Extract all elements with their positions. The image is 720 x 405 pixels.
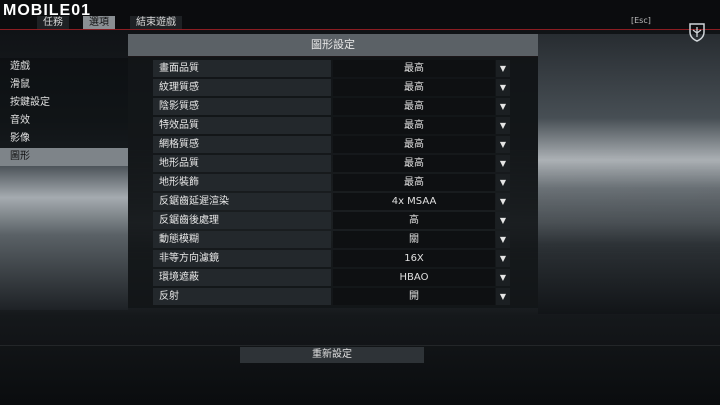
setting-value-dropdown[interactable]: 最高 (333, 136, 495, 153)
dropdown-arrow-icon[interactable]: ▼ (496, 174, 510, 191)
setting-label: 反鋸齒延遲渲染 (153, 193, 331, 210)
setting-value-dropdown[interactable]: 最高 (333, 155, 495, 172)
dropdown-arrow-icon[interactable]: ▼ (496, 212, 510, 229)
dropdown-arrow-icon[interactable]: ▼ (496, 155, 510, 172)
setting-label: 環境遮蔽 (153, 269, 331, 286)
setting-value-dropdown[interactable]: 16X (333, 250, 495, 267)
tab-missions[interactable]: 任務 (37, 16, 69, 30)
setting-row: 特效品質 最高 ▼ (153, 117, 510, 134)
setting-value-dropdown[interactable]: 開 (333, 288, 495, 305)
setting-label: 動態模糊 (153, 231, 331, 248)
dropdown-arrow-icon[interactable]: ▼ (496, 98, 510, 115)
setting-label: 網格質感 (153, 136, 331, 153)
setting-row: 陰影質感 最高 ▼ (153, 98, 510, 115)
setting-label: 特效品質 (153, 117, 331, 134)
setting-value-dropdown[interactable]: 最高 (333, 98, 495, 115)
setting-row: 非等方向濾鏡 16X ▼ (153, 250, 510, 267)
setting-value-dropdown[interactable]: 最高 (333, 79, 495, 96)
setting-label: 反射 (153, 288, 331, 305)
bottom-divider (0, 345, 720, 346)
setting-label: 陰影質感 (153, 98, 331, 115)
accent-divider (0, 29, 720, 30)
setting-row: 反鋸齒延遲渲染 4x MSAA ▼ (153, 193, 510, 210)
sidebar-item-audio[interactable]: 音效 (0, 112, 128, 130)
dropdown-arrow-icon[interactable]: ▼ (496, 79, 510, 96)
setting-value-dropdown[interactable]: 關 (333, 231, 495, 248)
setting-row: 網格質感 最高 ▼ (153, 136, 510, 153)
dropdown-arrow-icon[interactable]: ▼ (496, 136, 510, 153)
sidebar-item-game[interactable]: 遊戲 (0, 58, 128, 76)
setting-label: 反鋸齒後處理 (153, 212, 331, 229)
page-title: 圖形設定 (311, 38, 355, 51)
options-sidebar: 遊戲 滑鼠 按鍵設定 音效 影像 圖形 (0, 58, 128, 166)
sidebar-item-graphics[interactable]: 圖形 (0, 148, 128, 166)
background-left-scene (0, 160, 128, 310)
graphics-settings-panel: 畫面品質 最高 ▼ 紋理質感 最高 ▼ 陰影質感 最高 ▼ 特效品質 最高 ▼ … (128, 56, 538, 308)
setting-value-dropdown[interactable]: HBAO (333, 269, 495, 286)
setting-label: 地形裝飾 (153, 174, 331, 191)
setting-row: 畫面品質 最高 ▼ (153, 60, 510, 77)
dropdown-arrow-icon[interactable]: ▼ (496, 288, 510, 305)
setting-label: 畫面品質 (153, 60, 331, 77)
tab-options[interactable]: 選項 (83, 16, 115, 30)
dropdown-arrow-icon[interactable]: ▼ (496, 117, 510, 134)
shield-emblem-icon (689, 23, 705, 42)
reset-button[interactable]: 重新設定 (240, 347, 424, 363)
dropdown-arrow-icon[interactable]: ▼ (496, 269, 510, 286)
setting-value-dropdown[interactable]: 最高 (333, 60, 495, 77)
setting-row: 紋理質感 最高 ▼ (153, 79, 510, 96)
setting-label: 非等方向濾鏡 (153, 250, 331, 267)
background-right-scene (538, 34, 720, 314)
setting-value-dropdown[interactable]: 最高 (333, 117, 495, 134)
sidebar-item-keybindings[interactable]: 按鍵設定 (0, 94, 128, 112)
dropdown-arrow-icon[interactable]: ▼ (496, 193, 510, 210)
tab-exit-game[interactable]: 結束遊戲 (130, 16, 182, 30)
dropdown-arrow-icon[interactable]: ▼ (496, 60, 510, 77)
setting-row: 反射 開 ▼ (153, 288, 510, 305)
sidebar-item-mouse[interactable]: 滑鼠 (0, 76, 128, 94)
setting-row: 反鋸齒後處理 高 ▼ (153, 212, 510, 229)
sidebar-item-video[interactable]: 影像 (0, 130, 128, 148)
setting-row: 地形裝飾 最高 ▼ (153, 174, 510, 191)
setting-value-dropdown[interactable]: 高 (333, 212, 495, 229)
setting-row: 地形品質 最高 ▼ (153, 155, 510, 172)
dropdown-arrow-icon[interactable]: ▼ (496, 231, 510, 248)
setting-label: 地形品質 (153, 155, 331, 172)
esc-hint[interactable]: [Esc] (631, 16, 651, 25)
setting-value-dropdown[interactable]: 4x MSAA (333, 193, 495, 210)
setting-row: 動態模糊 關 ▼ (153, 231, 510, 248)
dropdown-arrow-icon[interactable]: ▼ (496, 250, 510, 267)
setting-row: 環境遮蔽 HBAO ▼ (153, 269, 510, 286)
setting-value-dropdown[interactable]: 最高 (333, 174, 495, 191)
setting-label: 紋理質感 (153, 79, 331, 96)
panel-title-bar: 圖形設定 (128, 34, 538, 57)
